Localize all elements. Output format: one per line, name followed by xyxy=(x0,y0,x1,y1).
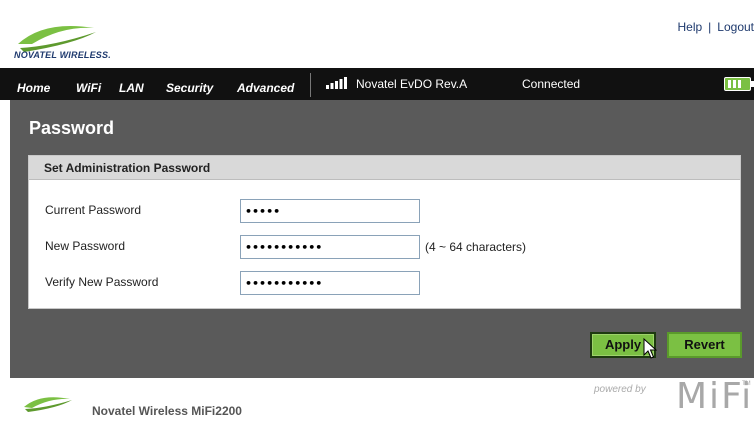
battery-icon xyxy=(724,77,754,91)
verify-password-input[interactable] xyxy=(240,271,420,295)
link-separator: | xyxy=(708,20,712,34)
nav-home[interactable]: Home xyxy=(17,81,50,95)
nav-advanced[interactable]: Advanced xyxy=(237,81,294,95)
nav-divider xyxy=(310,73,311,97)
page-title: Password xyxy=(29,118,115,138)
footer-logo-icon xyxy=(24,397,72,412)
nav-wifi[interactable]: WiFi xyxy=(76,81,101,95)
trademark-mark: TM xyxy=(742,381,751,387)
top-links: Help | Logout xyxy=(677,20,754,34)
footer-device-name: Novatel Wireless MiFi2200 xyxy=(92,404,242,418)
nav-lan[interactable]: LAN xyxy=(119,81,144,95)
signal-bars-icon xyxy=(326,77,347,89)
current-password-label: Current Password xyxy=(45,203,142,217)
verify-password-label: Verify New Password xyxy=(45,275,159,289)
connection-status: Connected xyxy=(522,77,581,91)
password-length-hint: (4 ~ 64 characters) xyxy=(425,240,527,254)
mouse-cursor-icon xyxy=(643,338,657,359)
nav-security[interactable]: Security xyxy=(166,81,213,95)
revert-button[interactable]: Revert xyxy=(667,332,742,358)
brand-text: NOVATEL WIRELESS. xyxy=(14,50,111,60)
header: NOVATEL WIRELESS. Help | Logout xyxy=(0,0,754,68)
panel-title: Set Administration Password xyxy=(29,156,740,180)
new-password-label: New Password xyxy=(45,239,126,253)
footer: Novatel Wireless MiFi2200 powered by MiF… xyxy=(0,376,754,432)
help-link[interactable]: Help xyxy=(677,20,702,34)
current-password-input[interactable] xyxy=(240,199,420,223)
new-password-input[interactable] xyxy=(240,235,420,259)
content-area: Password Set Administration Password Cur… xyxy=(10,100,754,378)
powered-by-text: powered by xyxy=(594,384,646,395)
network-name: Novatel EvDO Rev.A xyxy=(356,77,468,91)
logout-link[interactable]: Logout xyxy=(717,20,754,34)
nav-bar: Home WiFi LAN Security Advanced Novatel … xyxy=(0,68,754,100)
